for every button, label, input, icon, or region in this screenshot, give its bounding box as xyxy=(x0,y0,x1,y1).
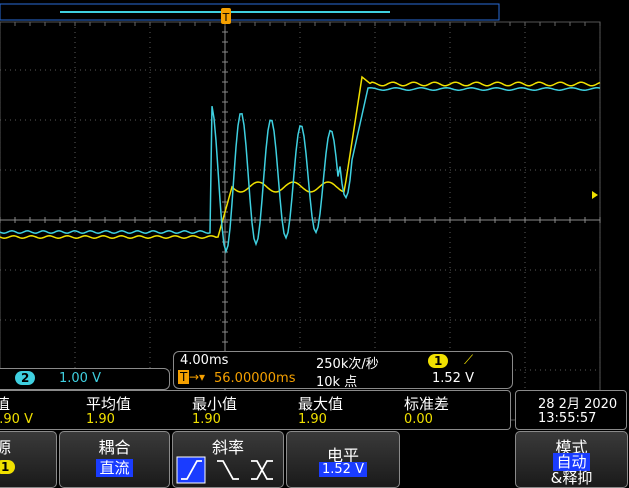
level-value: 1.52 V xyxy=(287,462,399,477)
source-value: 1 xyxy=(0,457,56,475)
source-softkey[interactable]: 源 1 xyxy=(0,431,57,488)
trigger-level: 1.52 V xyxy=(432,371,474,386)
meas-max: 1.90 xyxy=(298,412,327,427)
channel-2-badge: 2 xyxy=(15,371,36,385)
rising-edge-icon: ⟋ xyxy=(464,353,474,368)
trigger-level-arrow xyxy=(592,191,598,199)
sample-rate: 250k次/秒 xyxy=(316,357,379,372)
oscilloscope-screen: T 4.00ms 250k次/秒 1 ⟋ T →▾ 56.00000ms 10k… xyxy=(0,0,629,488)
meas-value: 1.90 V xyxy=(0,412,33,427)
coupling-title: 耦合 xyxy=(98,438,131,457)
meas-header-max: 最大值 xyxy=(298,395,344,413)
rising-slope-icon[interactable] xyxy=(176,456,206,484)
meas-mean: 1.90 xyxy=(86,412,115,427)
trigger-delay: 56.00000ms xyxy=(214,371,296,386)
trigger-channel-badge: 1 xyxy=(428,354,449,368)
date: 28 2月 2020 xyxy=(538,397,618,412)
meas-header-mean: 平均值 xyxy=(86,395,132,413)
slope-options xyxy=(176,456,273,484)
datetime-panel: 28 2月 2020 13:55:57 xyxy=(515,390,627,430)
mode-softkey[interactable]: 模式 自动 &释抑 xyxy=(515,431,628,488)
mode-extra: &释抑 xyxy=(550,469,593,487)
svg-text:T: T xyxy=(222,11,230,24)
either-slope-icon[interactable] xyxy=(251,460,273,480)
trigger-position-marker: T xyxy=(221,8,231,24)
meas-header-value: 值 xyxy=(0,395,11,413)
timebase: 4.00ms xyxy=(180,353,229,368)
coupling-value: 直流 xyxy=(60,457,169,478)
arrow-icon: →▾ xyxy=(189,370,206,384)
time: 13:55:57 xyxy=(538,411,597,426)
slope-softkey[interactable]: 斜率 xyxy=(172,431,284,488)
meas-min: 1.90 xyxy=(192,412,221,427)
record-length: 10k 点 xyxy=(316,375,358,390)
trigger-delay-icon: T xyxy=(178,370,190,384)
channel-2-scale: 1.00 V xyxy=(59,371,101,386)
measurements-panel: 值 平均值 最小值 最大值 标准差 1.90 V 1.90 1.90 1.90 … xyxy=(0,390,511,430)
coupling-softkey[interactable]: 耦合 直流 xyxy=(59,431,170,488)
falling-slope-icon[interactable] xyxy=(217,460,239,480)
meas-stddev: 0.00 xyxy=(404,412,433,427)
source-title: 源 xyxy=(0,438,12,457)
meas-header-stddev: 标准差 xyxy=(404,395,450,413)
acquisition-info-panel: 4.00ms 250k次/秒 1 ⟋ T →▾ 56.00000ms 10k 点… xyxy=(173,351,513,390)
level-softkey[interactable]: 电平 1.52 V xyxy=(286,431,400,488)
meas-header-min: 最小值 xyxy=(192,395,238,413)
channel-2-scale-panel[interactable]: 2 1.00 V xyxy=(0,368,170,390)
